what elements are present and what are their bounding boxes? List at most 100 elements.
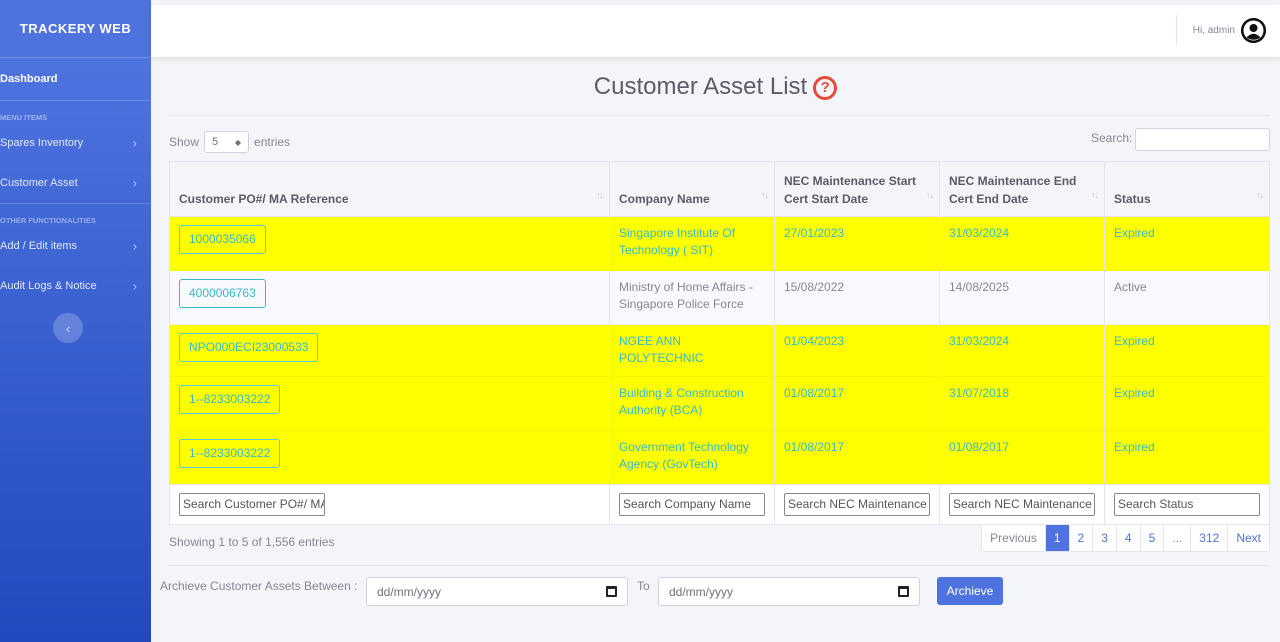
select-arrows-icon: ◆ — [234, 137, 242, 147]
reference-button[interactable]: 4000006763 — [179, 279, 266, 309]
column-header-reference[interactable]: Customer PO#/ MA Reference ↑↓ — [169, 161, 610, 217]
pagination-page[interactable]: 1 — [1044, 525, 1069, 551]
chevron-right-icon: › — [132, 175, 137, 191]
sidebar-item-spares-inventory[interactable]: Spares Inventory › — [0, 123, 151, 163]
search-label: Search: — [1091, 131, 1133, 145]
sort-icon: ↑↓ — [761, 190, 769, 200]
sidebar-item-customer-asset[interactable]: Customer Asset › — [0, 163, 151, 203]
cell-company: Building & Construction Authority (BCA) — [609, 375, 775, 431]
sidebar-heading-menu-items: MENU ITEMS — [0, 113, 48, 122]
page-title: Customer Asset List? — [151, 73, 1280, 101]
user-avatar-icon[interactable] — [1241, 18, 1266, 43]
cell-status: Active — [1104, 270, 1270, 325]
topbar-divider — [1176, 15, 1177, 45]
date-placeholder: dd/mm/yyyy — [669, 584, 734, 599]
chevron-left-icon: ‹ — [65, 320, 71, 336]
reference-button[interactable]: 1--8233003222 — [179, 438, 281, 469]
entries-label: entries — [254, 135, 291, 149]
table-header-row: Customer PO#/ MA Reference ↑↓ Company Nam… — [169, 161, 1270, 217]
table-footer-search-row: Search Customer PO#/ MA Search Company N… — [169, 483, 1270, 525]
column-header-end-date[interactable]: NEC Maintenance End Cert End Date ↑↓ — [939, 161, 1105, 217]
pagination-next[interactable]: Next — [1227, 525, 1269, 551]
column-header-label: Status — [1114, 191, 1151, 206]
cell-reference: 1000035066 — [169, 216, 610, 271]
topbar: Hi, admin — [151, 5, 1280, 57]
chevron-right-icon: › — [132, 135, 137, 151]
chevron-right-icon: › — [132, 238, 137, 254]
column-header-label: NEC Maintenance End Cert End Date — [949, 174, 1077, 206]
sidebar-item-label: Customer Asset — [0, 177, 78, 189]
date-placeholder: dd/mm/yyyy — [377, 584, 442, 599]
table-row: 1000035066 Singapore Institute Of Techno… — [169, 216, 1270, 271]
calendar-icon[interactable] — [898, 586, 909, 597]
table-row: 1--8233003222 Government Technology Agen… — [169, 429, 1270, 485]
cell-reference: 1--8233003222 — [169, 429, 610, 485]
sidebar-heading-other-functionalities: OTHER FUNCTIONALITIES — [0, 216, 96, 225]
cell-status: Expired — [1104, 375, 1270, 431]
archive-to-label: To — [637, 579, 650, 593]
footer-cell: Search Company Name — [609, 483, 775, 525]
archive-from-date-input[interactable]: dd/mm/yyyy — [366, 577, 628, 606]
table-row: NPO000ECI23000533 NGEE ANN POLYTECHNIC 0… — [169, 324, 1270, 377]
pagination-last-page[interactable]: 312 — [1190, 525, 1227, 551]
cell-start-date: 01/04/2023 — [774, 324, 940, 377]
sidebar-toggle-button[interactable]: ‹ — [53, 313, 83, 343]
column-header-status[interactable]: Status ↑↓ — [1104, 161, 1270, 217]
archive-label: Archieve Customer Assets Between : — [160, 579, 358, 593]
sidebar-item-label: Add / Edit items — [0, 240, 78, 252]
cell-start-date: 27/01/2023 — [774, 216, 940, 271]
footer-cell: Search Customer PO#/ MA — [169, 483, 610, 525]
column-header-company[interactable]: Company Name ↑↓ — [609, 161, 775, 217]
search-end-date-input[interactable]: Search NEC Maintenance E — [949, 492, 1095, 516]
footer-cell: Search Status — [1104, 483, 1270, 525]
column-header-label: Customer PO#/ MA Reference — [179, 191, 349, 206]
pagination-page[interactable]: 2 — [1068, 525, 1093, 551]
search-status-input[interactable]: Search Status — [1114, 492, 1260, 516]
column-header-start-date[interactable]: NEC Maintenance Start Cert Start Date ↑↓ — [774, 161, 940, 217]
page-title-text: Customer Asset List — [593, 73, 808, 100]
cell-start-date: 15/08/2022 — [774, 270, 940, 325]
cell-start-date: 01/08/2017 — [774, 429, 940, 485]
reference-button[interactable]: 1000035066 — [179, 225, 266, 255]
sidebar-item-dashboard[interactable]: Dashboard — [0, 58, 151, 100]
cell-status: Expired — [1104, 429, 1270, 485]
cell-status: Expired — [1104, 216, 1270, 271]
calendar-icon[interactable] — [606, 586, 617, 597]
help-icon[interactable]: ? — [813, 76, 838, 100]
search-start-date-input[interactable]: Search NEC Maintenance S — [784, 492, 930, 516]
entries-select-value: 5 — [212, 136, 219, 148]
footer-cell: Search NEC Maintenance E — [939, 483, 1105, 525]
sort-icon: ↑↓ — [1091, 190, 1099, 200]
pagination-previous[interactable]: Previous — [982, 525, 1045, 551]
cell-end-date: 14/08/2025 — [939, 270, 1105, 325]
reference-button[interactable]: 1--8233003222 — [179, 384, 281, 415]
customer-asset-table: Customer PO#/ MA Reference ↑↓ Company Nam… — [169, 161, 1270, 525]
pagination-page[interactable]: 4 — [1115, 525, 1140, 551]
cell-end-date: 31/07/2018 — [939, 375, 1105, 431]
search-input[interactable] — [1135, 128, 1270, 151]
column-header-label: Company Name — [619, 191, 710, 206]
reference-button[interactable]: NPO000ECI23000533 — [179, 333, 319, 363]
user-greeting[interactable]: Hi, admin — [1193, 25, 1235, 36]
archive-button[interactable]: Archieve — [937, 577, 1003, 605]
chevron-right-icon: › — [132, 278, 137, 294]
column-header-label: NEC Maintenance Start Cert Start Date — [784, 174, 917, 206]
pagination: Previous 1 2 3 4 5 ... 312 Next — [981, 524, 1270, 552]
archive-to-date-input[interactable]: dd/mm/yyyy — [658, 577, 920, 606]
pagination-page[interactable]: 5 — [1139, 525, 1164, 551]
table-info: Showing 1 to 5 of 1,556 entries — [169, 535, 335, 549]
sidebar-item-audit-logs[interactable]: Audit Logs & Notice › — [0, 266, 151, 306]
search-reference-input[interactable]: Search Customer PO#/ MA — [179, 492, 325, 516]
sidebar-item-add-edit-items[interactable]: Add / Edit items › — [0, 226, 151, 266]
show-label: Show — [169, 135, 200, 149]
pagination-page[interactable]: 3 — [1092, 525, 1116, 551]
sidebar-item-label: Audit Logs & Notice — [0, 280, 97, 292]
table-row: 1--8233003222 Building & Construction Au… — [169, 375, 1270, 431]
search-company-input[interactable]: Search Company Name — [619, 492, 765, 516]
sort-icon: ↑↓ — [1256, 190, 1264, 200]
cell-status: Expired — [1104, 324, 1270, 377]
brand-logo[interactable]: TRACKERY WEB — [0, 0, 151, 57]
entries-select[interactable]: 5 ◆ — [204, 131, 250, 153]
pagination-ellipsis: ... — [1163, 525, 1190, 551]
table-row: 4000006763 Ministry of Home Affairs - Si… — [169, 270, 1270, 325]
